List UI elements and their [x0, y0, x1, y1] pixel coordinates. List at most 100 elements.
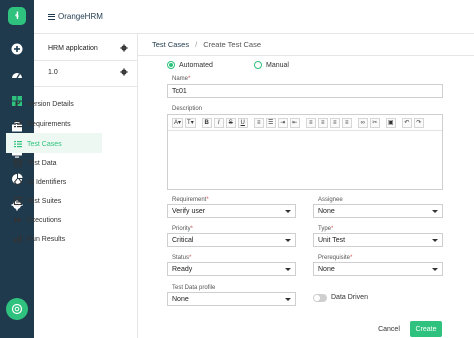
sidebar-item-label: Run Results — [27, 235, 66, 243]
status-select[interactable]: Ready — [167, 262, 296, 276]
sidebar-item-run-results[interactable]: Run Results — [14, 233, 65, 245]
sidebar-item-executions[interactable]: Executions — [14, 214, 61, 226]
table-icon — [14, 159, 22, 167]
brand[interactable]: OrangeHRM — [48, 12, 103, 21]
prerequisite-label: Prerequisite* — [318, 255, 353, 261]
bar-chart-icon — [14, 235, 22, 243]
sidebar-item-label: Test Suites — [27, 197, 62, 205]
chevron-down-icon — [285, 210, 291, 213]
radio-label: Automated — [179, 61, 213, 69]
plus-circle-icon[interactable] — [10, 42, 24, 56]
sidebar-item-test-suites[interactable]: Test Suites — [14, 195, 61, 207]
chevron-down-icon — [285, 268, 291, 271]
sidebar-item-version-details[interactable]: Version Details — [14, 98, 74, 110]
redo-icon[interactable]: ↷ — [413, 117, 424, 128]
sidebar-item-ui-identifiers[interactable]: UI Identifiers — [14, 176, 66, 188]
checklist-icon — [14, 140, 22, 148]
name-label: Name* — [172, 76, 191, 82]
dashboard-icon[interactable] — [10, 68, 24, 82]
strike-button[interactable]: S — [225, 117, 236, 128]
cancel-button[interactable]: Cancel — [374, 322, 404, 336]
underline-button[interactable]: U — [237, 117, 248, 128]
breadcrumb-separator: / — [195, 40, 198, 49]
test-data-profile-value: None — [172, 295, 189, 303]
list-icon — [14, 120, 22, 128]
requirement-value: Verify user — [172, 207, 206, 215]
sidebar-item-label: Requirements — [27, 120, 71, 128]
chevron-down-icon — [432, 268, 438, 271]
align-right-icon[interactable]: ≡ — [329, 117, 340, 128]
assignee-label: Assignee — [318, 197, 343, 203]
sidebar-item-label: Test Data — [27, 159, 57, 167]
version-name: 1.0 — [48, 68, 58, 76]
test-data-profile-select[interactable]: None — [167, 292, 296, 306]
sidebar-item-label: Test Cases — [27, 140, 62, 148]
chevron-down-icon — [285, 239, 291, 242]
name-input[interactable]: Tc01 — [167, 84, 443, 98]
create-button[interactable]: Create — [410, 321, 442, 337]
outdent-icon[interactable]: ⇤ — [289, 117, 300, 128]
top-bar: OrangeHRM — [34, 0, 474, 34]
sidebar-item-test-data[interactable]: Test Data — [14, 157, 57, 169]
suite-icon — [14, 197, 22, 205]
status-label: Status* — [172, 255, 192, 261]
test-data-profile-label: Test Data profile — [172, 285, 216, 291]
radio-dot[interactable] — [167, 61, 175, 69]
bullet-list-icon[interactable]: ≡ — [253, 117, 264, 128]
data-driven-toggle[interactable] — [313, 294, 327, 302]
breadcrumb: Test Cases / Create Test Case — [152, 40, 261, 49]
project-selector[interactable]: HRM applcation — [48, 42, 128, 54]
help-chat-icon[interactable] — [6, 298, 28, 320]
assignee-value: None — [318, 207, 335, 215]
chevron-down-icon — [432, 239, 438, 242]
align-left-icon[interactable]: ≡ — [305, 117, 316, 128]
assignee-select[interactable]: None — [313, 204, 443, 218]
gear-icon[interactable] — [120, 68, 128, 76]
undo-icon[interactable]: ↶ — [401, 117, 412, 128]
radio-dot[interactable] — [254, 61, 262, 69]
type-value: Unit Test — [318, 236, 346, 244]
chevron-down-icon — [285, 298, 291, 301]
prerequisite-select[interactable]: None — [313, 262, 443, 276]
breadcrumb-parent[interactable]: Test Cases — [152, 40, 189, 49]
unlink-icon[interactable]: ✂ — [369, 117, 380, 128]
align-center-icon[interactable]: ≡ — [317, 117, 328, 128]
gear-icon[interactable] — [120, 44, 128, 52]
requirement-label: Requirement* — [172, 197, 209, 203]
sidebar-item-test-cases[interactable]: Test Cases — [14, 138, 62, 150]
bold-button[interactable]: B — [201, 117, 212, 128]
project-name: HRM applcation — [48, 44, 98, 52]
description-label: Description — [172, 106, 203, 112]
image-icon[interactable]: ▣ — [385, 117, 396, 128]
font-size-button[interactable]: T ▾ — [185, 117, 196, 128]
breadcrumb-current: Create Test Case — [203, 40, 262, 49]
type-select[interactable]: Unit Test — [313, 233, 443, 247]
priority-label: Priority* — [172, 226, 194, 232]
code-icon — [14, 178, 22, 186]
description-editor[interactable]: A ▾ T ▾ B I S U ≡ ☰ ⇥ ⇤ ≡ ≡ ≡ ≡ ∞ ✂ ▣ ↶ ↷ — [167, 114, 443, 190]
radio-automated[interactable]: Automated — [167, 61, 213, 69]
sidebar-item-label: Executions — [27, 216, 62, 224]
version-selector[interactable]: 1.0 — [48, 66, 128, 78]
priority-select[interactable]: Critical — [167, 233, 296, 247]
menu-icon[interactable] — [48, 13, 55, 20]
app-logo[interactable]: ɬ — [8, 7, 26, 25]
status-value: Ready — [172, 265, 193, 273]
divider — [34, 60, 138, 61]
sidebar-item-requirements[interactable]: Requirements — [14, 118, 71, 130]
priority-value: Critical — [172, 236, 194, 244]
requirement-select[interactable]: Verify user — [167, 204, 296, 218]
italic-button[interactable]: I — [213, 117, 224, 128]
font-button[interactable]: A ▾ — [172, 117, 184, 128]
divider — [34, 86, 138, 87]
align-justify-icon[interactable]: ≡ — [341, 117, 352, 128]
divider — [138, 55, 474, 56]
editor-toolbar: A ▾ T ▾ B I S U ≡ ☰ ⇥ ⇤ ≡ ≡ ≡ ≡ ∞ ✂ ▣ ↶ ↷ — [168, 115, 442, 131]
branch-icon — [14, 100, 22, 108]
link-icon[interactable]: ∞ — [357, 117, 368, 128]
radio-label: Manual — [266, 61, 289, 69]
radio-manual[interactable]: Manual — [254, 61, 289, 69]
chevron-down-icon — [432, 210, 438, 213]
numbered-list-icon[interactable]: ☰ — [265, 117, 276, 128]
indent-icon[interactable]: ⇥ — [277, 117, 288, 128]
